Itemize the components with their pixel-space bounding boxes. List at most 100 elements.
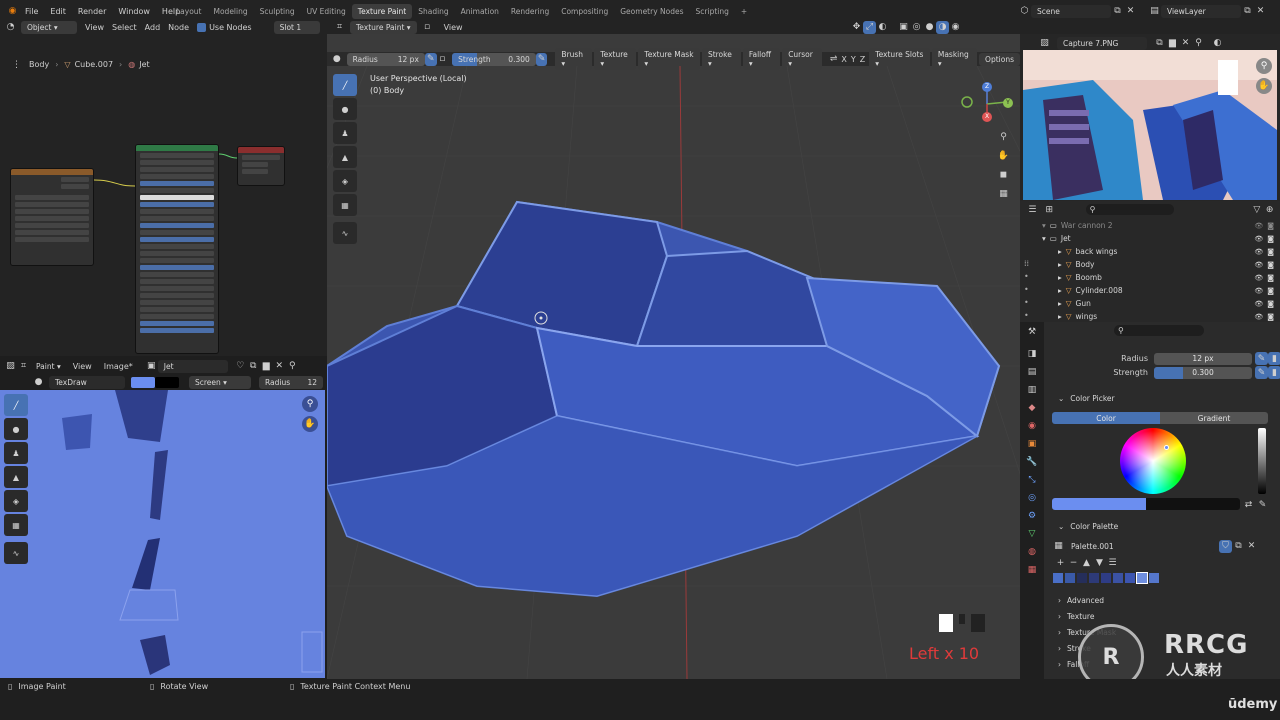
- secondary-color-swatch[interactable]: [155, 376, 179, 388]
- visibility-eye-icon[interactable]: 👁: [1254, 313, 1263, 321]
- swap-colors-icon[interactable]: ⇄: [1242, 498, 1255, 511]
- object-tab-icon[interactable]: ▣: [1024, 436, 1040, 452]
- advanced-panel-header[interactable]: › Advanced: [1058, 592, 1116, 608]
- render-camera-icon[interactable]: ◙: [1267, 261, 1274, 269]
- constraints-tab-icon[interactable]: ⚙: [1024, 508, 1040, 524]
- axis-y-toggle[interactable]: Y: [851, 55, 856, 64]
- chevron-down-icon[interactable]: ▾: [1042, 221, 1046, 230]
- scene-field[interactable]: Scene: [1031, 4, 1111, 18]
- prop-strength-field[interactable]: 0.300: [1154, 366, 1252, 379]
- shader-node-editor[interactable]: ⋮ Body › ▽ Cube.007 › ◍ Jet: [0, 34, 327, 356]
- gizmo-z-axis[interactable]: Z: [982, 82, 992, 92]
- display-mode-icon[interactable]: ⊞: [1043, 203, 1056, 216]
- open-folder-icon[interactable]: ▆: [260, 360, 273, 373]
- viewport-strength-field[interactable]: Strength 0.300: [452, 52, 536, 66]
- pin-icon[interactable]: ⚲: [1192, 37, 1205, 50]
- new-scene-icon[interactable]: ⧉: [1111, 5, 1124, 18]
- prop-radius-field[interactable]: 12 px: [1154, 352, 1252, 365]
- menu-view[interactable]: View: [85, 23, 104, 32]
- scene-tab-icon[interactable]: ◆: [1024, 400, 1040, 416]
- chevron-right-icon[interactable]: ▸: [1058, 260, 1062, 269]
- tab-modeling[interactable]: Modeling: [208, 4, 254, 19]
- outliner-row[interactable]: ▾ ▭ War cannon 2 👁 ◙: [1026, 219, 1278, 232]
- fake-user-icon[interactable]: ⛉: [1219, 539, 1232, 553]
- viewport-radius-field[interactable]: Radius 12 px: [346, 52, 425, 66]
- visibility-eye-icon[interactable]: 👁: [1254, 235, 1263, 243]
- outliner-row[interactable]: ▾ ▭ Jet 👁 ◙: [1026, 232, 1278, 245]
- visibility-eye-icon[interactable]: 👁: [1254, 222, 1263, 230]
- hand-pan-icon[interactable]: ✋: [1256, 78, 1272, 94]
- color-palette-panel-header[interactable]: ⌄ Color Palette: [1058, 519, 1118, 533]
- image-name-field[interactable]: Jet: [157, 359, 228, 373]
- 3d-viewport[interactable]: ● Radius 12 px ✎ ▫ Strength 0.300 ✎ Brus…: [327, 34, 1020, 679]
- outliner-row[interactable]: ▸ ▽ back wings 👁 ◙: [1026, 245, 1278, 258]
- open-folder-icon[interactable]: ▆: [1166, 37, 1179, 50]
- physics-tab-icon[interactable]: ◎: [1024, 490, 1040, 506]
- output-tab-icon[interactable]: ▤: [1024, 364, 1040, 380]
- menu-select[interactable]: Select: [112, 23, 137, 32]
- zoom-icon[interactable]: ⚲: [1256, 58, 1272, 74]
- material-tab-icon[interactable]: ◍: [1024, 544, 1040, 560]
- menu-window[interactable]: Window: [118, 7, 150, 16]
- palette-icon[interactable]: ▦: [1052, 540, 1065, 553]
- data-tab-icon[interactable]: ▽: [1024, 526, 1040, 542]
- gradient-tab[interactable]: Gradient: [1160, 412, 1268, 424]
- color-picker-panel-header[interactable]: ⌄ Color Picker: [1058, 391, 1115, 405]
- chevron-right-icon[interactable]: ▸: [1058, 286, 1062, 295]
- tab-scripting[interactable]: Scripting: [690, 4, 735, 19]
- delete-view-layer-icon[interactable]: ✕: [1254, 5, 1267, 18]
- render-tab-icon[interactable]: ◨: [1024, 346, 1040, 362]
- chevron-right-icon[interactable]: ▸: [1058, 247, 1062, 256]
- tool-tab-icon[interactable]: ⚒: [1024, 324, 1040, 340]
- image-browse-icon[interactable]: ▣: [145, 360, 158, 373]
- uv-image-canvas[interactable]: ╱ ● ♟ ▲ ◈ ▦ ∿ ⚲ ✋: [0, 390, 325, 678]
- image-view-menu[interactable]: View: [73, 362, 92, 371]
- duplicate-icon[interactable]: ⧉: [247, 360, 260, 373]
- tab-compositing[interactable]: Compositing: [555, 4, 614, 19]
- render-camera-icon[interactable]: ◙: [1267, 248, 1274, 256]
- render-camera-icon[interactable]: ◙: [1267, 300, 1274, 308]
- palette-swatch[interactable]: [1076, 572, 1088, 584]
- view-layer-tab-icon[interactable]: ▥: [1024, 382, 1040, 398]
- world-tab-icon[interactable]: ◉: [1024, 418, 1040, 434]
- draw-brush-tool[interactable]: ╱: [4, 394, 28, 416]
- close-icon[interactable]: ✕: [1245, 540, 1258, 553]
- editor-type-icon[interactable]: ▨: [1038, 37, 1051, 50]
- image-radius-field[interactable]: Radius 12: [259, 375, 323, 389]
- outliner-row[interactable]: ▸ ▽ Boomb 👁 ◙: [1026, 271, 1278, 284]
- reference-image-name[interactable]: Capture 7.PNG: [1057, 36, 1147, 50]
- render-camera-icon[interactable]: ◙: [1267, 274, 1274, 282]
- delete-scene-icon[interactable]: ✕: [1124, 5, 1137, 18]
- clone-tool[interactable]: ▲: [333, 146, 357, 168]
- move-up-icon[interactable]: ▲: [1080, 556, 1093, 569]
- pin-icon[interactable]: ⚲: [286, 360, 299, 373]
- tab-layout[interactable]: Layout: [170, 4, 208, 19]
- soften-tool[interactable]: ●: [4, 418, 28, 440]
- particles-tab-icon[interactable]: ⤡: [1024, 472, 1040, 488]
- outliner-row[interactable]: ▸ ▽ Gun 👁 ◙: [1026, 297, 1278, 310]
- options-menu[interactable]: Options: [979, 52, 1020, 66]
- palette-swatch[interactable]: [1136, 572, 1148, 584]
- xray-icon[interactable]: ▣: [897, 21, 910, 34]
- tab-animation[interactable]: Animation: [455, 4, 505, 19]
- material-shading-icon[interactable]: ◑: [936, 20, 949, 34]
- visibility-eye-icon[interactable]: 👁: [1254, 248, 1263, 256]
- color-wheel-cursor[interactable]: [1164, 445, 1169, 450]
- draw-brush-tool[interactable]: ╱: [333, 74, 357, 96]
- tab-uv-editing[interactable]: UV Editing: [301, 4, 352, 19]
- visibility-eye-icon[interactable]: 👁: [1254, 261, 1263, 269]
- duplicate-icon[interactable]: ⧉: [1153, 37, 1166, 50]
- editor-type-icon[interactable]: ◔: [4, 21, 17, 34]
- palette-swatch[interactable]: [1100, 572, 1112, 584]
- color-tab[interactable]: Color: [1052, 412, 1160, 424]
- render-camera-icon[interactable]: ◙: [1267, 235, 1274, 243]
- view-layer-field[interactable]: ViewLayer: [1161, 4, 1241, 18]
- pressure-radius-icon[interactable]: ✎: [1255, 352, 1268, 365]
- unified-size-icon[interactable]: ▫: [437, 53, 449, 66]
- menu-file[interactable]: File: [25, 7, 38, 16]
- render-camera-icon[interactable]: ◙: [1267, 313, 1274, 321]
- chevron-down-icon[interactable]: ▾: [1042, 234, 1046, 243]
- outliner[interactable]: ☰ ⊞ ⚲ ▽ ⊕ ▾ ▭ War cannon 2 👁 ◙ ▾ ▭ Jet 👁 ◙ ▸ ▽ ba…: [1020, 201, 1280, 322]
- color-wheel[interactable]: [1120, 428, 1186, 494]
- chevron-right-icon[interactable]: ▸: [1058, 273, 1062, 282]
